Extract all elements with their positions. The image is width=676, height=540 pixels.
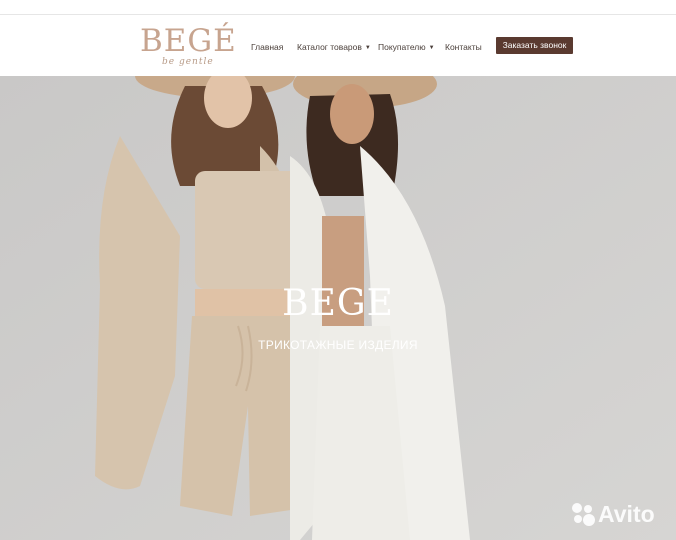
watermark-text: Avito [598,501,655,527]
logo-tagline: be gentle [162,57,214,67]
nav-item-customers[interactable]: Покупателю ▼ [378,40,435,54]
nav-item-home[interactable]: Главная [251,40,283,54]
nav-label: Главная [251,42,284,52]
site-header: BEGÉ be gentle Главная Каталог товаров ▼ … [0,15,676,76]
hero-subtitle: ТРИКОТАЖНЫЕ ИЗДЕЛИЯ [258,338,418,352]
hero-title: BEGE [282,283,394,324]
chevron-down-icon: ▼ [364,45,371,51]
site-logo[interactable]: BEGÉ be gentle [140,23,236,73]
avito-watermark: Avito [570,500,670,528]
hero-banner: BEGE ТРИКОТАЖНЫЕ ИЗДЕЛИЯ Avito [0,76,676,540]
nav-label: Каталог товаров [297,42,362,52]
nav-item-catalog[interactable]: Каталог товаров ▼ [297,40,371,54]
request-call-button[interactable]: Заказать звонок [496,37,573,54]
logo-wordmark: BEGÉ [140,23,237,59]
top-strip [0,0,676,15]
nav-label: Покупателю [378,42,426,52]
chevron-down-icon: ▼ [428,45,435,51]
nav-item-contacts[interactable]: Контакты [445,40,482,54]
nav-label: Контакты [445,42,482,52]
avito-logo-icon [572,503,595,526]
